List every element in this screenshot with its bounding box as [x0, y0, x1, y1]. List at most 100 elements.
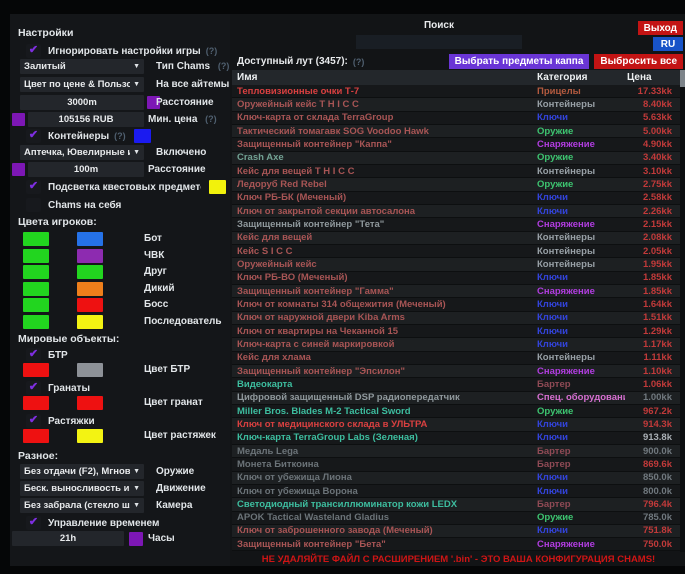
table-row[interactable]: Светодиодный трансиллюминатор кожи LEDX … [232, 498, 680, 511]
exit-button[interactable]: Выход [638, 21, 683, 35]
table-row[interactable]: Защищенный контейнер "Тета" Снаряжение 2… [232, 218, 680, 231]
table-row[interactable]: Монета Биткоина Бартер 869.6k [232, 458, 680, 471]
color-swatch[interactable] [77, 315, 103, 329]
color-swatch[interactable] [23, 282, 49, 296]
column-header-category[interactable]: Категория [537, 72, 625, 83]
color-swatch[interactable] [77, 249, 103, 263]
table-row[interactable]: Защищенный контейнер "Бета" Снаряжение 7… [232, 538, 680, 551]
column-header-name[interactable]: Имя [232, 72, 537, 83]
table-row[interactable]: Ключ от убежища Ворона Ключи 800.0k [232, 485, 680, 498]
select-kappa-items-button[interactable]: Выбрать предметы каппа [449, 54, 590, 69]
color-swatch[interactable] [23, 396, 49, 410]
scrollbar[interactable] [680, 70, 685, 552]
table-row[interactable]: Ключ от наружной двери Kiba Arms Ключи 1… [232, 312, 680, 325]
color-swatch[interactable] [77, 298, 103, 312]
table-row[interactable]: Miller Bros. Blades M-2 Tactical Sword О… [232, 405, 680, 418]
hours-input[interactable]: 21h [12, 531, 124, 546]
weapon-select[interactable]: Без отдачи (F2), Мгновенное п ▼ [20, 464, 144, 479]
color-swatch[interactable] [23, 298, 49, 312]
table-row[interactable]: Ключ от медицинского склада в УЛЬТРА Клю… [232, 418, 680, 431]
table-row[interactable]: Ключ от квартиры на Чеканной 15 Ключи 1.… [232, 325, 680, 338]
color-swatch[interactable] [23, 265, 49, 279]
checkbox-icon[interactable]: ✔ [26, 381, 41, 395]
table-row[interactable]: Ключ от убежища Лиона Ключи 850.0k [232, 472, 680, 485]
table-row[interactable]: Тепловизионные очки Т-7 Прицелы 17.33kk [232, 85, 680, 98]
min-price-input[interactable]: 105156 RUB [28, 112, 144, 127]
color-swatch[interactable] [77, 282, 103, 296]
table-row[interactable]: Ключ-карта с синей маркировкой Ключи 1.1… [232, 338, 680, 351]
item-price: 4.90kk [625, 139, 680, 150]
table-row[interactable]: Защищенный контейнер "Каппа" Снаряжение … [232, 138, 680, 151]
table-row[interactable]: Цифровой защищенный DSP радиопередатчик … [232, 392, 680, 405]
color-swatch[interactable] [23, 429, 49, 443]
containers-filter-select[interactable]: Аптечка, Ювелирные и... ▼ [20, 145, 144, 160]
search-input[interactable] [356, 35, 522, 49]
table-row[interactable]: APOK Tactical Wasteland Gladius Оружие 7… [232, 512, 680, 525]
chams-type-select[interactable]: Залитый ▼ [20, 59, 144, 74]
color-swatch[interactable] [77, 429, 103, 443]
color-swatch[interactable] [23, 315, 49, 329]
color-swatch[interactable] [134, 129, 151, 143]
tripwires-row[interactable]: ✔ Растяжки [26, 414, 226, 428]
color-swatch[interactable] [77, 396, 103, 410]
color-swatch[interactable] [77, 232, 103, 246]
table-row[interactable]: Оружейный кейс T H I C C Контейнеры 8.40… [232, 98, 680, 111]
table-row[interactable]: Кейс для вещей Контейнеры 2.08kk [232, 232, 680, 245]
movement-select[interactable]: Беск. выносливость и нет уста ▼ [20, 481, 144, 496]
table-row[interactable]: Ключ РБ-БК (Меченый) Ключи 2.58kk [232, 192, 680, 205]
color-swatch[interactable] [77, 265, 103, 279]
column-header-price[interactable]: Цена [625, 72, 680, 83]
checkbox-icon[interactable]: ✔ [26, 180, 41, 194]
table-row[interactable]: Оружейный кейс Контейнеры 1.95kk [232, 258, 680, 271]
color-swatch[interactable] [77, 363, 103, 377]
table-row[interactable]: Кейс S I C C Контейнеры 2.05kk [232, 245, 680, 258]
color-swatch[interactable] [12, 163, 25, 176]
discard-all-button[interactable]: Выбросить все [594, 54, 683, 69]
camera-select[interactable]: Без забрала (стекло шлема) ▼ [20, 498, 144, 513]
help-icon[interactable]: (?) [114, 131, 126, 141]
help-icon[interactable]: (?) [218, 61, 230, 71]
help-icon[interactable]: (?) [205, 114, 217, 124]
checkbox-icon[interactable]: ✔ [26, 414, 41, 428]
checkbox-icon[interactable]: ✔ [26, 129, 41, 143]
item-color-mode-select[interactable]: Цвет по цене & Пользователь ▼ [20, 77, 144, 92]
table-row[interactable]: Ключ от заброшенного завода (Меченый) Кл… [232, 525, 680, 538]
self-chams-row[interactable]: ✔ Chams на себя [26, 198, 226, 212]
table-row[interactable]: Тактический томагавк SOG Voodoo Hawk Ору… [232, 125, 680, 138]
table-row[interactable]: Crash Axe Оружие 3.40kk [232, 152, 680, 165]
color-swatch[interactable] [209, 180, 226, 194]
item-distance-input[interactable]: 3000m [20, 95, 144, 110]
table-row[interactable]: Видеокарта Бартер 1.06kk [232, 378, 680, 391]
table-row[interactable]: Ключ-карта TerraGroup Labs (Зеленая) Клю… [232, 432, 680, 445]
scrollbar-thumb[interactable] [680, 70, 685, 87]
language-button[interactable]: RU [653, 37, 683, 51]
table-row[interactable]: Ключ от комнаты 314 общежития (Меченый) … [232, 298, 680, 311]
checkbox-icon[interactable]: ✔ [26, 516, 41, 530]
table-row[interactable]: Ключ РБ-ВО (Меченый) Ключи 1.85kk [232, 272, 680, 285]
table-row[interactable]: Защищенный контейнер "Эпсилон" Снаряжени… [232, 365, 680, 378]
table-row[interactable]: Ключ-карта от склада TerraGroup Ключи 5.… [232, 112, 680, 125]
table-row[interactable]: Медаль Lega Бартер 900.0k [232, 445, 680, 458]
table-row[interactable]: Кейс для вещей T H I C C Контейнеры 3.10… [232, 165, 680, 178]
table-row[interactable]: Ледоруб Red Rebel Оружие 2.75kk [232, 178, 680, 191]
checkbox-icon[interactable]: ✔ [26, 44, 41, 58]
table-row[interactable]: Ключ от закрытой секции автосалона Ключи… [232, 205, 680, 218]
checkbox-icon[interactable]: ✔ [26, 198, 41, 212]
containers-distance-input[interactable]: 100m [28, 162, 144, 177]
grenades-row[interactable]: ✔ Гранаты [26, 381, 226, 395]
quest-highlight-row[interactable]: ✔ Подсветка квестовых предметов [26, 180, 226, 194]
containers-row[interactable]: ✔ Контейнеры (?) [26, 129, 226, 143]
table-row[interactable]: Защищенный контейнер "Гамма" Снаряжение … [232, 285, 680, 298]
color-swatch[interactable] [23, 249, 49, 263]
time-control-row[interactable]: ✔ Управление временем [26, 516, 226, 530]
color-swatch[interactable] [12, 113, 25, 126]
btr-row[interactable]: ✔ БТР [26, 348, 226, 362]
help-icon[interactable]: (?) [206, 46, 218, 56]
color-swatch[interactable] [23, 232, 49, 246]
color-swatch[interactable] [129, 532, 143, 546]
color-swatch[interactable] [23, 363, 49, 377]
ignore-game-settings-row[interactable]: ✔ Игнорировать настройки игры (?) [26, 44, 226, 58]
checkbox-icon[interactable]: ✔ [26, 348, 41, 362]
help-icon[interactable]: (?) [353, 57, 365, 67]
table-row[interactable]: Кейс для хлама Контейнеры 1.11kk [232, 352, 680, 365]
